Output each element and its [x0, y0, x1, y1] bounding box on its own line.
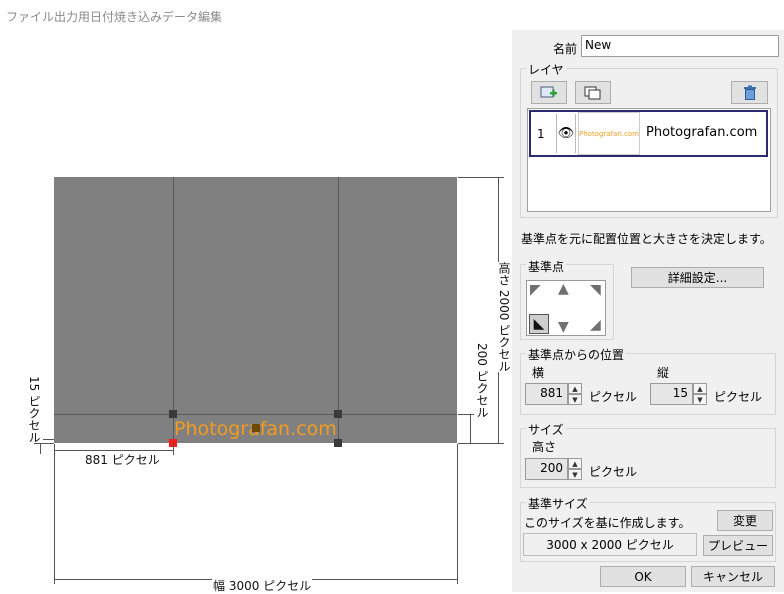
height-decrement-button[interactable]: ▼: [568, 469, 582, 480]
x-unit: ピクセル: [589, 390, 638, 404]
preview-button[interactable]: プレビュー: [703, 535, 773, 556]
dim-size-line: [470, 414, 471, 443]
x-increment-button[interactable]: ▲: [568, 383, 582, 394]
anchor-bottom-icon[interactable]: ▼: [558, 320, 569, 334]
height-label: 高さ: [532, 440, 557, 454]
anchor-bottom-left-selected[interactable]: ◣: [529, 314, 549, 334]
resize-handle-top-right[interactable]: [334, 410, 342, 418]
y-decrement-button[interactable]: ▼: [693, 394, 707, 405]
guide-line-left: [173, 177, 174, 443]
layer-name: Photografan.com: [646, 125, 758, 140]
layer-thumbnail-text: Photografan.com: [579, 129, 639, 138]
dim-tick-right: [457, 444, 458, 584]
add-layer-icon: [540, 86, 557, 97]
layer-index: 1: [537, 127, 545, 141]
size-group-title: サイズ: [526, 421, 566, 438]
dim-tick-left: [54, 444, 55, 584]
layer-visibility-toggle[interactable]: 👁: [556, 114, 576, 153]
cancel-button[interactable]: キャンセル: [691, 566, 775, 587]
base-size-group-title: 基準サイズ: [526, 495, 590, 512]
dim-x-tick: [173, 443, 174, 455]
detail-settings-button[interactable]: 詳細設定...: [631, 267, 764, 288]
change-button[interactable]: 変更: [717, 510, 773, 531]
base-size-value: 3000 x 2000 ピクセル: [523, 533, 697, 556]
window-title: ファイル出力用日付焼き込みデータ編集: [6, 10, 223, 24]
anchor-top-icon[interactable]: ▲: [558, 282, 569, 296]
name-input[interactable]: New: [581, 35, 779, 57]
dim-size-label: 200 ピクセル: [474, 343, 491, 418]
anchor-bottom-right-icon[interactable]: ◢: [590, 318, 601, 332]
y-label: 縦: [657, 366, 670, 380]
trash-icon: [743, 85, 756, 100]
anchor-bottom-left-icon: ◣: [533, 316, 545, 332]
layer-group-title: レイヤ: [526, 61, 566, 78]
ok-button[interactable]: OK: [600, 566, 686, 587]
guide-line-right: [338, 177, 339, 443]
height-value-input[interactable]: 200: [525, 458, 568, 480]
move-handle-center[interactable]: [252, 424, 260, 432]
x-decrement-button[interactable]: ▼: [568, 394, 582, 405]
eye-icon: 👁: [557, 126, 575, 141]
name-label: 名前: [553, 42, 578, 56]
x-label: 横: [532, 366, 545, 380]
resize-handle-top-left[interactable]: [169, 410, 177, 418]
y-unit: ピクセル: [714, 390, 763, 404]
base-size-hint: このサイズを基に作成します。: [524, 516, 691, 530]
delete-layer-button[interactable]: [731, 81, 768, 104]
layer-thumbnail: Photografan.com: [578, 112, 640, 155]
anchor-group-title: 基準点: [526, 258, 567, 275]
duplicate-layer-icon: [584, 86, 601, 99]
anchor-top-left-icon[interactable]: ◤: [530, 283, 541, 297]
guide-line-top: [54, 414, 457, 415]
dim-width-label: 幅 3000 ピクセル: [212, 577, 313, 594]
add-layer-button[interactable]: [531, 81, 567, 104]
position-group-title: 基準点からの位置: [526, 346, 627, 363]
y-increment-button[interactable]: ▲: [693, 383, 707, 394]
dim-height-tick-bottom: [458, 443, 504, 444]
y-value-input[interactable]: 15: [650, 383, 693, 405]
dim-y-label: 15 ピクセル: [26, 376, 43, 444]
preview-canvas[interactable]: [54, 177, 457, 443]
height-increment-button[interactable]: ▲: [568, 458, 582, 469]
duplicate-layer-button[interactable]: [575, 81, 611, 104]
dim-height-label: 高さ 2000 ピクセル: [496, 262, 513, 373]
height-unit: ピクセル: [589, 465, 638, 479]
dim-y-tick-bottom: [34, 443, 54, 444]
dim-x-label: 881 ピクセル: [84, 451, 161, 468]
x-value-input[interactable]: 881: [525, 383, 568, 405]
hint-text: 基準点を元に配置位置と大きさを決定します。: [521, 232, 772, 246]
dim-size-tick-top: [458, 414, 474, 415]
anchor-top-right-icon[interactable]: ◥: [590, 283, 601, 297]
resize-handle-bottom-right[interactable]: [334, 439, 342, 447]
